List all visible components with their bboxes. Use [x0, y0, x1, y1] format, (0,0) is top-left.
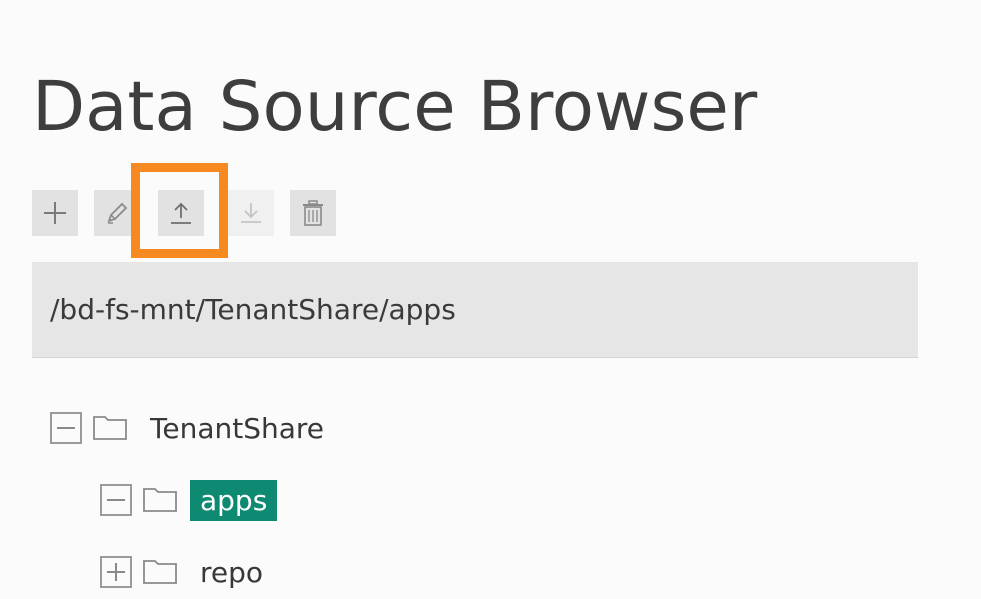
delete-button[interactable] [290, 190, 336, 236]
toolbar [32, 190, 352, 240]
expand-toggle[interactable] [100, 556, 132, 588]
tree-node-label[interactable]: repo [194, 554, 269, 591]
tree-node-apps: apps [100, 479, 278, 521]
tree-node-label[interactable]: TenantShare [144, 410, 330, 447]
trash-icon [303, 200, 323, 226]
collapse-toggle[interactable] [100, 484, 132, 516]
edit-button[interactable] [94, 190, 140, 236]
folder-icon [143, 560, 177, 584]
add-button[interactable] [32, 190, 78, 236]
download-button[interactable] [228, 190, 274, 236]
download-icon [241, 203, 261, 223]
tree-node-tenantshare: TenantShare [50, 408, 330, 448]
folder-icon [93, 416, 127, 440]
plus-icon [44, 202, 66, 224]
upload-icon [171, 202, 191, 224]
tree-node-repo: repo [100, 552, 269, 592]
tree-node-label-selected[interactable]: apps [190, 479, 278, 521]
pencil-icon [107, 202, 128, 224]
path-bar[interactable]: /bd-fs-mnt/TenantShare/apps [32, 262, 918, 358]
upload-button[interactable] [158, 190, 204, 236]
collapse-toggle[interactable] [50, 412, 82, 444]
folder-icon [143, 488, 177, 512]
page-title: Data Source Browser [32, 67, 758, 147]
